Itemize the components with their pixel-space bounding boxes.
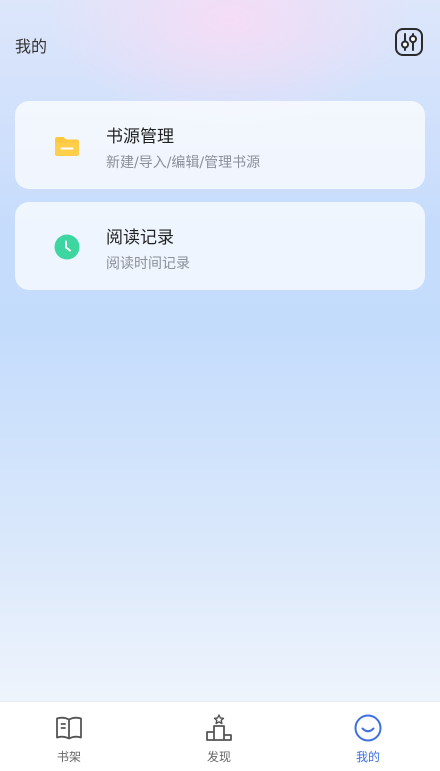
sliders-settings-icon bbox=[395, 28, 423, 56]
menu-item-book-source[interactable]: 书源管理 新建/导入/编辑/管理书源 bbox=[15, 101, 425, 189]
book-icon bbox=[54, 713, 84, 743]
clock-icon bbox=[53, 233, 81, 261]
tab-label: 书架 bbox=[56, 750, 81, 764]
bottom-tab-bar: 书架 发现 我的 bbox=[0, 701, 440, 771]
podium-icon bbox=[204, 713, 234, 743]
tab-bookshelf[interactable]: 书架 bbox=[19, 702, 119, 771]
menu-item-subtitle: 阅读时间记录 bbox=[106, 256, 190, 272]
settings-button[interactable] bbox=[394, 27, 424, 57]
tab-label: 我的 bbox=[355, 750, 380, 764]
page-title: 我的 bbox=[15, 37, 48, 56]
tab-label: 发现 bbox=[206, 750, 231, 764]
menu-item-title: 阅读记录 bbox=[106, 228, 174, 248]
menu-item-reading-record[interactable]: 阅读记录 阅读时间记录 bbox=[15, 202, 425, 290]
tab-mine[interactable]: 我的 bbox=[318, 702, 418, 771]
top-bar: 我的 bbox=[0, 0, 440, 90]
menu-item-title: 书源管理 bbox=[106, 127, 174, 147]
tab-discover[interactable]: 发现 bbox=[169, 702, 269, 771]
menu-item-subtitle: 新建/导入/编辑/管理书源 bbox=[106, 155, 261, 171]
smile-icon bbox=[353, 713, 383, 743]
folder-icon bbox=[53, 132, 81, 160]
